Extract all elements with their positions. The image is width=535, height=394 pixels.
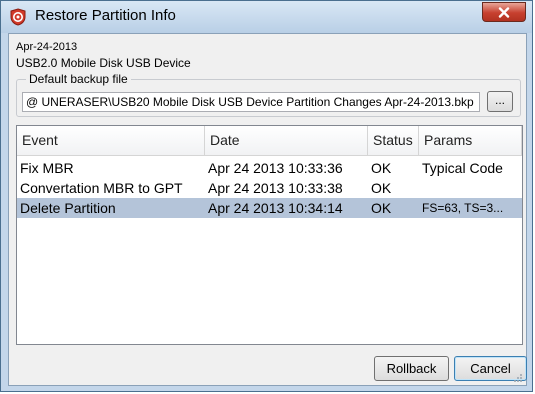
cell-date: Apr 24 2013 10:34:14 (208, 200, 343, 216)
title-bar[interactable]: Restore Partition Info (1, 1, 532, 33)
cell-event: Delete Partition (20, 200, 116, 216)
rollback-button[interactable]: Rollback (374, 356, 449, 381)
column-header-status[interactable]: Status (368, 126, 419, 155)
resize-grip-icon[interactable] (513, 373, 523, 383)
app-icon (9, 8, 27, 26)
default-backup-file-group: Default backup file ... (16, 72, 521, 117)
column-header-params[interactable]: Params (419, 126, 522, 155)
cell-status: OK (371, 160, 392, 176)
cell-date: Apr 24 2013 10:33:36 (208, 160, 343, 176)
cell-params (419, 178, 522, 198)
restore-partition-dialog: Restore Partition Info Apr-24-2013 USB2.… (0, 0, 533, 392)
cell-status: OK (371, 200, 392, 216)
close-icon (498, 6, 510, 18)
cell-status: OK (371, 180, 392, 196)
backup-date-label: Apr-24-2013 (16, 41, 78, 53)
cell-date: Apr 24 2013 10:33:38 (208, 180, 343, 196)
column-header-date[interactable]: Date (205, 126, 368, 155)
column-header-event[interactable]: Event (17, 126, 205, 155)
dialog-content: Apr-24-2013 USB2.0 Mobile Disk USB Devic… (8, 33, 527, 386)
device-name-label: USB2.0 Mobile Disk USB Device (16, 56, 191, 70)
table-row-selected[interactable]: Delete Partition Apr 24 2013 10:34:14 OK… (17, 198, 522, 218)
window-title: Restore Partition Info (35, 7, 176, 24)
table-row[interactable]: Convertation MBR to GPT Apr 24 2013 10:3… (17, 178, 522, 198)
cell-params: Typical Code (422, 160, 503, 176)
group-label: Default backup file (26, 72, 131, 86)
browse-button[interactable]: ... (487, 91, 513, 112)
events-table: Event Date Status Params Fix MBR Apr 24 … (16, 125, 523, 345)
cell-event: Convertation MBR to GPT (20, 180, 183, 196)
cell-params: FS=63, TS=3... (422, 201, 504, 215)
cell-event: Fix MBR (20, 160, 74, 176)
close-button[interactable] (482, 2, 526, 22)
backup-file-path-input[interactable] (22, 92, 480, 112)
table-header: Event Date Status Params (17, 126, 522, 156)
table-row[interactable]: Fix MBR Apr 24 2013 10:33:36 OK Typical … (17, 158, 522, 178)
